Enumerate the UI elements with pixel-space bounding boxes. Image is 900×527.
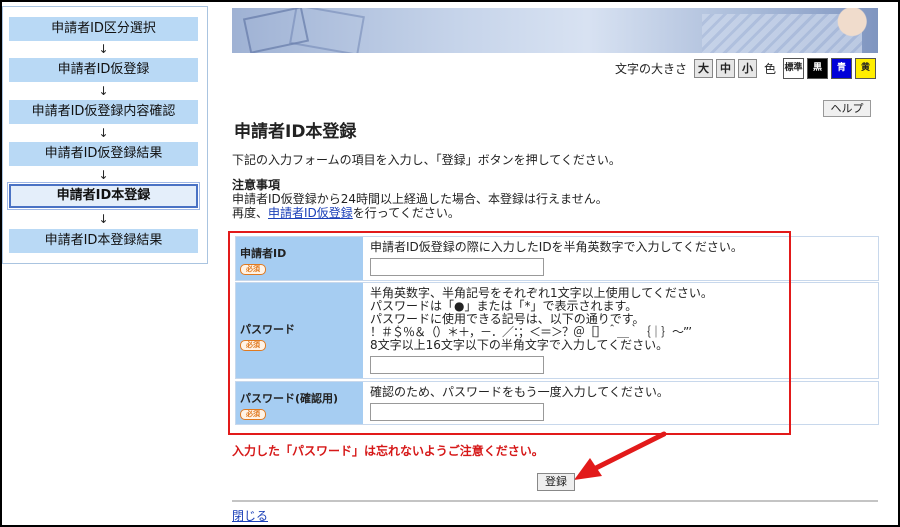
font-medium-button[interactable]: 中 [715,59,735,78]
step-arrow: ↓ [98,212,109,226]
page-title: 申請者ID本登録 [234,122,357,142]
font-large-button[interactable]: 大 [693,59,713,78]
form-highlight-box [228,231,791,435]
help-button[interactable]: ヘルプ [823,100,871,117]
color-label: 色 [763,62,776,76]
color-blue-button[interactable]: 青 [831,58,852,79]
register-button[interactable]: 登録 [537,473,575,491]
notice-heading: 注意事項 [232,178,281,192]
color-standard-button[interactable]: 標準 [783,58,804,79]
notice-line-1: 申請者ID仮登録から24時間以上経過した場合、本登録は行えません。 [232,192,608,206]
step-provisional-result: 申請者ID仮登録結果 [9,142,198,166]
step-arrow: ↓ [98,84,109,98]
divider [232,500,878,502]
step-arrow: ↓ [98,42,109,56]
color-black-button[interactable]: 黒 [807,58,828,79]
step-id-category: 申請者ID区分選択 [9,17,198,41]
font-size-label: 文字の大きさ [614,62,687,76]
color-yellow-button[interactable]: 黄 [855,58,876,79]
password-warning: 入力した「パスワード」は忘れないようご注意ください。 [232,444,544,458]
header-banner-image [232,8,878,53]
notice-line-2-pre: 再度、 [232,206,269,220]
intro-text: 下記の入力フォームの項目を入力し、「登録」ボタンを押してください。 [232,153,621,167]
notice-line-2-post: を行ってください。 [352,206,460,220]
step-provisional-confirm: 申請者ID仮登録内容確認 [9,100,198,124]
notice-line-2: 再度、申請者ID仮登録を行ってください。 [232,206,608,220]
provisional-registration-link[interactable]: 申請者ID仮登録 [268,206,353,220]
step-arrow: ↓ [98,126,109,140]
red-arrow-icon [574,431,667,480]
close-link[interactable]: 閉じる [232,507,268,524]
step-main-registration-result: 申請者ID本登録結果 [9,229,198,253]
notice-block: 注意事項 申請者ID仮登録から24時間以上経過した場合、本登録は行えません。 再… [232,178,608,220]
step-main-registration-current: 申請者ID本登録 [7,182,200,210]
step-arrow: ↓ [98,168,109,182]
step-provisional-registration: 申請者ID仮登録 [9,58,198,82]
accessibility-toolbar: 文字の大きさ 大 中 小 色 標準 黒 青 黄 [615,58,876,79]
font-small-button[interactable]: 小 [737,59,757,78]
